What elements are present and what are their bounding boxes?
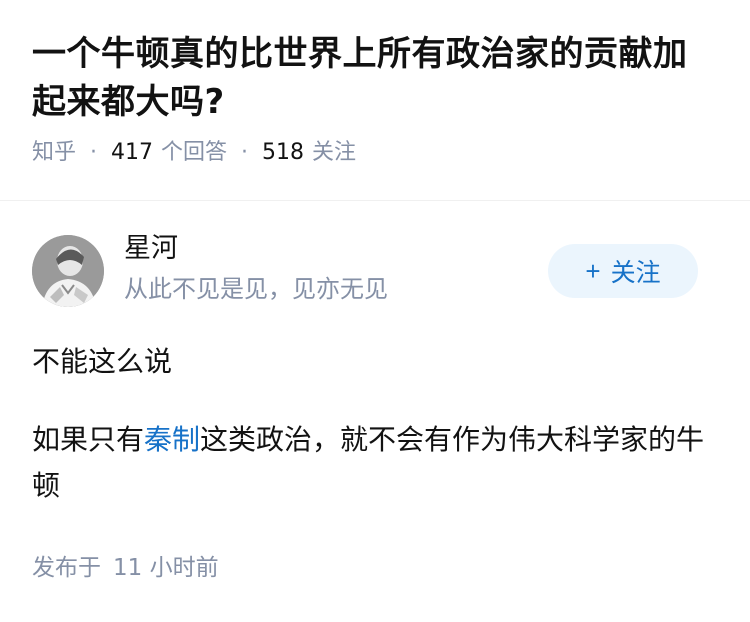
follow-count: 518: [262, 140, 305, 165]
answer-body: 不能这么说 如果只有秦制这类政治，就不会有作为伟大科学家的牛顿: [0, 339, 750, 509]
topic-link[interactable]: 秦制: [144, 423, 200, 456]
page: 一个牛顿真的比世界上所有政治家的贡献加起来都大吗? 知乎 · 417 个回答 ·…: [0, 0, 750, 622]
answer-paragraph: 不能这么说: [32, 345, 173, 378]
follow-button[interactable]: + 关注: [548, 244, 698, 298]
plus-icon: +: [585, 255, 601, 286]
question-title[interactable]: 一个牛顿真的比世界上所有政治家的贡献加起来都大吗?: [32, 30, 718, 126]
answer-count: 417: [111, 140, 154, 165]
meta-separator: ·: [241, 140, 249, 165]
avatar[interactable]: [32, 235, 104, 307]
answer-text: 如果只有: [32, 423, 145, 456]
author-card: 星河 从此不见是见，见亦无见 + 关注: [0, 233, 750, 335]
publish-time-value: 11 小时前: [113, 555, 219, 581]
avatar-image: [32, 235, 104, 307]
meta-separator: ·: [90, 140, 98, 165]
follow-count-label: 关注: [312, 140, 357, 165]
publish-label: 发布于: [32, 555, 101, 581]
answer-count-label[interactable]: 个回答: [161, 138, 227, 168]
source-label[interactable]: 知乎: [32, 138, 76, 168]
question-header: 一个牛顿真的比世界上所有政治家的贡献加起来都大吗? 知乎 · 417 个回答 ·…: [0, 0, 750, 201]
follow-button-label: 关注: [610, 259, 661, 287]
author-bio: 从此不见是见，见亦无见: [124, 275, 388, 303]
publish-time: 发布于 11 小时前: [32, 552, 219, 584]
author-name[interactable]: 星河: [124, 231, 178, 267]
question-meta: 知乎 · 417 个回答 · 518 关注: [32, 138, 718, 168]
answer-paragraph: 如果只有秦制这类政治，就不会有作为伟大科学家的牛顿: [32, 417, 718, 509]
